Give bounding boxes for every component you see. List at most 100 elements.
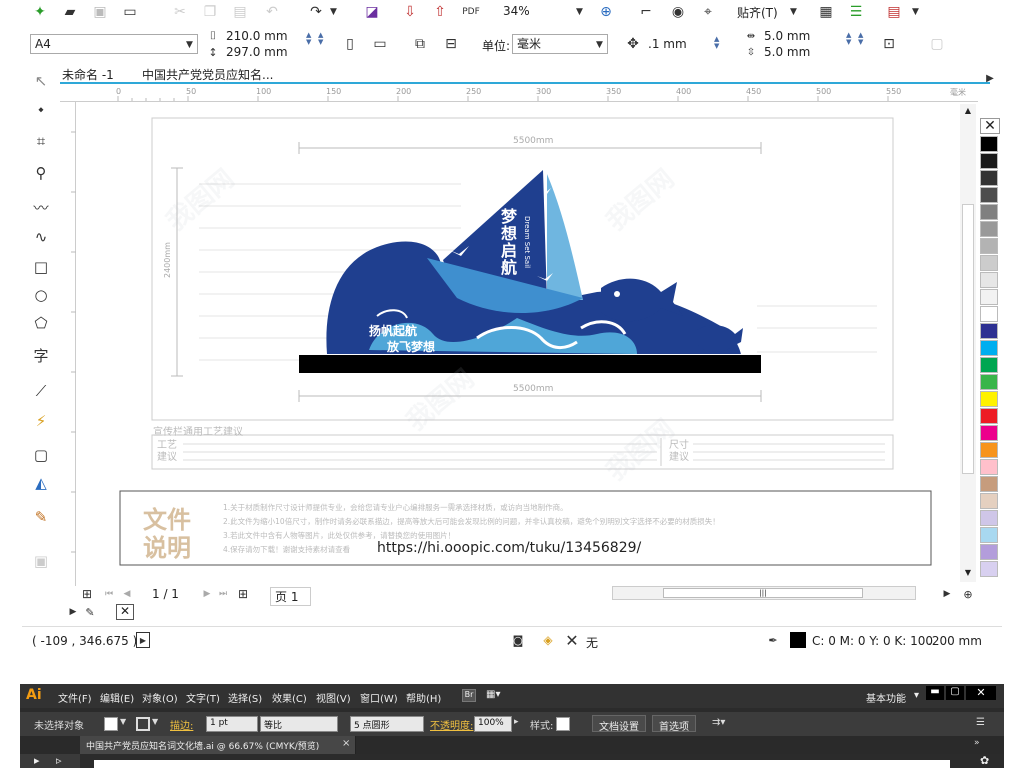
- palette-swatch[interactable]: [980, 289, 998, 305]
- next-page-icon[interactable]: ▶: [200, 586, 214, 602]
- eyedropper-icon[interactable]: ✎: [82, 604, 98, 620]
- shadow-tool-icon[interactable]: ▢: [30, 444, 52, 466]
- graphic-style-swatch[interactable]: [556, 717, 570, 731]
- palette-swatch[interactable]: [980, 425, 998, 441]
- palette-swatch[interactable]: [980, 272, 998, 288]
- palette-swatch[interactable]: [980, 391, 998, 407]
- stroke-weight-field[interactable]: 1 pt: [206, 716, 258, 732]
- palette-swatch[interactable]: [980, 493, 998, 509]
- preferences-button[interactable]: 首选项: [652, 715, 696, 733]
- menu-view[interactable]: 视图(V): [316, 690, 351, 705]
- ellipse-tool-icon[interactable]: ○: [30, 284, 52, 306]
- navigator-zoom-icon[interactable]: ⊕: [960, 586, 976, 602]
- fill-none-swatch[interactable]: ✕: [116, 604, 134, 620]
- transparency-tool-icon[interactable]: ◭: [30, 472, 52, 494]
- menu-object[interactable]: 对象(O): [142, 690, 178, 705]
- palette-swatch[interactable]: [980, 238, 998, 254]
- palette-swatch[interactable]: [980, 221, 998, 237]
- rulers-icon[interactable]: ⌐: [636, 2, 656, 22]
- palette-swatch[interactable]: [980, 255, 998, 271]
- text-tool-icon[interactable]: 字: [30, 344, 52, 366]
- tab-scroll-right-icon[interactable]: ▶: [984, 70, 996, 86]
- illustrator-artboard[interactable]: [94, 760, 950, 768]
- polygon-tool-icon[interactable]: ⬠: [30, 312, 52, 334]
- menu-effect[interactable]: 效果(C): [272, 690, 307, 705]
- arrange-documents-icon[interactable]: ▦▾: [486, 689, 500, 700]
- close-window-icon[interactable]: ✕: [966, 686, 996, 700]
- snap-to-menu[interactable]: 贴齐(T): [737, 4, 778, 21]
- doc-tab-close-icon[interactable]: ×: [342, 738, 350, 749]
- portrait-icon[interactable]: ▯: [340, 34, 360, 54]
- print-icon[interactable]: ▭: [120, 2, 140, 22]
- units-select[interactable]: 毫米: [512, 34, 608, 54]
- control-panel-menu-icon[interactable]: ☰: [976, 717, 985, 728]
- horizontal-scrollbar[interactable]: |||: [612, 586, 916, 600]
- paste-icon[interactable]: ▤: [230, 2, 250, 22]
- dup-x-spinner[interactable]: ▲ ▼: [846, 32, 851, 46]
- tab-overflow-icon[interactable]: »: [974, 738, 980, 748]
- cut-icon[interactable]: ✂: [170, 2, 190, 22]
- palette-swatch[interactable]: [980, 510, 998, 526]
- play-icon[interactable]: ▶: [136, 632, 150, 648]
- units-dropdown-icon[interactable]: ▼: [596, 40, 603, 50]
- first-page-icon[interactable]: ⏮: [102, 586, 116, 602]
- all-pages-icon[interactable]: ⧉: [410, 34, 430, 54]
- palette-swatch[interactable]: [980, 527, 998, 543]
- import-icon[interactable]: ⇩: [400, 2, 420, 22]
- dimension-tool-icon[interactable]: ⟋: [30, 380, 52, 402]
- height-spinner[interactable]: ▲ ▼: [318, 32, 323, 46]
- last-page-icon[interactable]: ⏭: [216, 586, 230, 602]
- publish-pdf-icon[interactable]: PDF: [460, 2, 482, 22]
- palette-swatch[interactable]: [980, 204, 998, 220]
- doc-tab-untitled[interactable]: 未命名 -1: [62, 66, 114, 83]
- connector-tool-icon[interactable]: ⚡: [30, 410, 52, 432]
- page-width-field[interactable]: 210.0 mm: [226, 29, 288, 43]
- arrange-icon[interactable]: ⇉▾: [712, 717, 725, 728]
- launch-icon[interactable]: ▤: [884, 2, 904, 22]
- palette-swatch[interactable]: [980, 153, 998, 169]
- fill-tool-icon[interactable]: ▣: [30, 550, 52, 572]
- launch-dropdown-icon[interactable]: ▼: [912, 7, 919, 17]
- vertical-ruler[interactable]: [60, 102, 76, 586]
- redo-dropdown-icon[interactable]: ▼: [330, 7, 337, 17]
- maximize-icon[interactable]: ▢: [946, 686, 964, 700]
- palette-swatch[interactable]: [980, 306, 998, 322]
- opacity-field[interactable]: 100%: [474, 716, 512, 732]
- artistic-media-tool-icon[interactable]: ∿: [30, 226, 52, 248]
- full-screen-icon[interactable]: ⊕: [596, 2, 616, 22]
- selection-tool-icon[interactable]: ▸: [34, 754, 40, 767]
- palette-swatch[interactable]: [980, 561, 998, 577]
- new-document-icon[interactable]: ✦: [30, 2, 50, 22]
- current-page-icon[interactable]: ⊟: [440, 34, 462, 54]
- zoom-tool-icon[interactable]: ⚲: [30, 162, 52, 184]
- add-page-after-icon[interactable]: ⊞: [236, 586, 250, 602]
- page-height-field[interactable]: 297.0 mm: [226, 45, 288, 59]
- page-size-dropdown-icon[interactable]: ▼: [186, 40, 193, 50]
- duplicate-x-field[interactable]: 5.0 mm: [764, 29, 810, 43]
- horizontal-ruler[interactable]: 0 50 100 150 200 250 300 350 400 450 500…: [60, 86, 978, 102]
- drawing-canvas[interactable]: 5500mm 5500mm 2400mm 梦想启航 Dream Set Sail…: [77, 102, 957, 586]
- menu-select[interactable]: 选择(S): [228, 690, 262, 705]
- page-tab-1[interactable]: 页 1: [270, 587, 312, 606]
- landscape-icon[interactable]: ▭: [370, 34, 390, 54]
- palette-swatch[interactable]: [980, 442, 998, 458]
- no-color-swatch[interactable]: ✕: [980, 118, 1000, 134]
- export-icon[interactable]: ⇧: [430, 2, 450, 22]
- palette-swatch[interactable]: [980, 374, 998, 390]
- palette-swatch[interactable]: [980, 136, 998, 152]
- undo-icon[interactable]: ↶: [262, 2, 282, 22]
- add-page-before-icon[interactable]: ⊞: [80, 586, 94, 602]
- outline-color-swatch[interactable]: [790, 632, 806, 648]
- palette-swatch[interactable]: [980, 459, 998, 475]
- minimize-icon[interactable]: ▬: [926, 686, 944, 700]
- width-spinner[interactable]: ▲ ▼: [306, 32, 311, 46]
- menu-type[interactable]: 文字(T): [186, 690, 220, 705]
- save-icon[interactable]: ▣: [90, 2, 110, 22]
- page-size-select[interactable]: A4: [30, 34, 198, 54]
- search-content-icon[interactable]: ◪: [362, 2, 382, 22]
- shape-tool-icon[interactable]: ⬩: [30, 98, 52, 120]
- scroll-down-icon[interactable]: ▼: [960, 568, 976, 580]
- nudge-distance-field[interactable]: .1 mm: [648, 37, 687, 51]
- stroke-label[interactable]: 描边:: [170, 717, 193, 732]
- opacity-dropdown-icon[interactable]: ▸: [514, 717, 519, 727]
